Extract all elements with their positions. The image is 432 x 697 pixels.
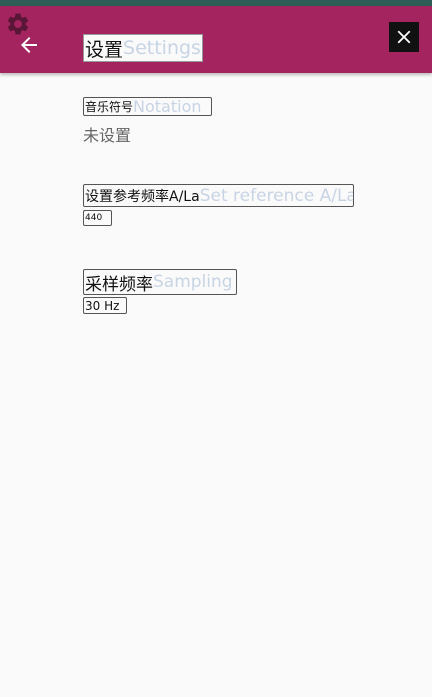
sampling-frequency-value[interactable]: 30 Hz [83, 297, 127, 314]
page-title-text: 设置 [85, 38, 124, 61]
notation-label[interactable]: 音乐符号 Notation [83, 97, 212, 116]
reference-frequency-label[interactable]: 设置参考频率A/La Set reference A/La [83, 184, 354, 207]
close-button[interactable] [389, 22, 419, 52]
page-title: 设置 Settings [83, 34, 203, 62]
reference-frequency-value[interactable]: 440 [83, 210, 112, 226]
sampling-frequency-label[interactable]: 采样频率 Sampling frequency [83, 269, 237, 295]
notation-label-text: 音乐符号 [85, 100, 134, 114]
notation-value: 未设置 [83, 126, 132, 145]
close-icon [397, 30, 411, 44]
reference-frequency-label-text: 设置参考频率A/La [85, 188, 200, 205]
gear-icon [7, 13, 29, 35]
page-title-ghost: Settings [123, 37, 201, 59]
app-bar: 设置 Settings [0, 6, 432, 73]
reference-frequency-label-ghost: Set reference A/La [199, 185, 354, 206]
notation-label-ghost: Notation [133, 97, 202, 116]
sampling-frequency-label-text: 采样频率 [85, 274, 153, 295]
sampling-frequency-label-ghost: Sampling frequency [153, 272, 236, 292]
